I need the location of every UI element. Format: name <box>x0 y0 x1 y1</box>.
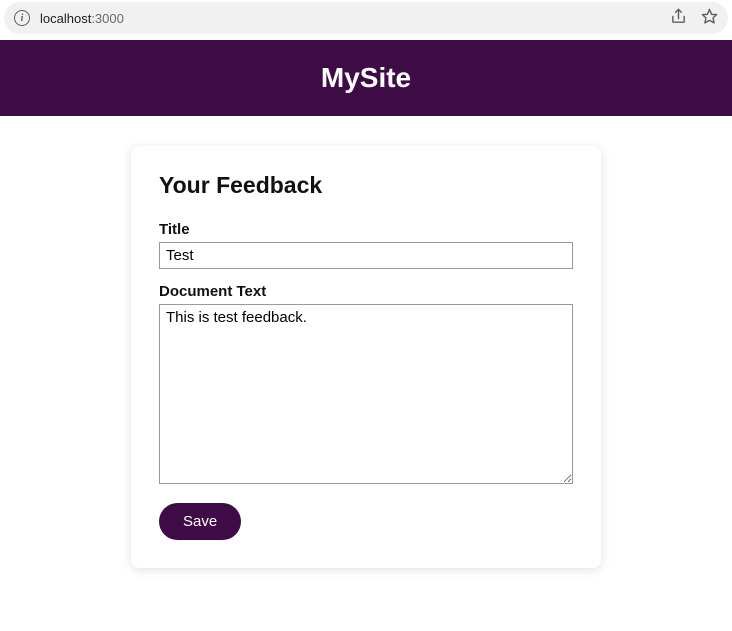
document-textarea[interactable] <box>159 304 573 484</box>
url-text: localhost:3000 <box>40 11 124 26</box>
site-title: MySite <box>0 62 732 94</box>
star-icon[interactable] <box>701 8 718 28</box>
title-label: Title <box>159 221 573 238</box>
page-content: Your Feedback Title Document Text Save <box>0 116 732 568</box>
title-input[interactable] <box>159 242 573 269</box>
form-heading: Your Feedback <box>159 172 573 199</box>
url-host: localhost <box>40 11 91 26</box>
document-text-label: Document Text <box>159 283 573 300</box>
url-port: :3000 <box>91 11 124 26</box>
browser-address-bar[interactable]: i localhost:3000 <box>4 2 728 34</box>
save-button[interactable]: Save <box>159 503 241 540</box>
browser-toolbar-icons <box>670 8 718 28</box>
site-header: MySite <box>0 40 732 116</box>
info-icon: i <box>14 10 30 26</box>
feedback-card: Your Feedback Title Document Text Save <box>131 146 601 568</box>
share-icon[interactable] <box>670 8 687 28</box>
